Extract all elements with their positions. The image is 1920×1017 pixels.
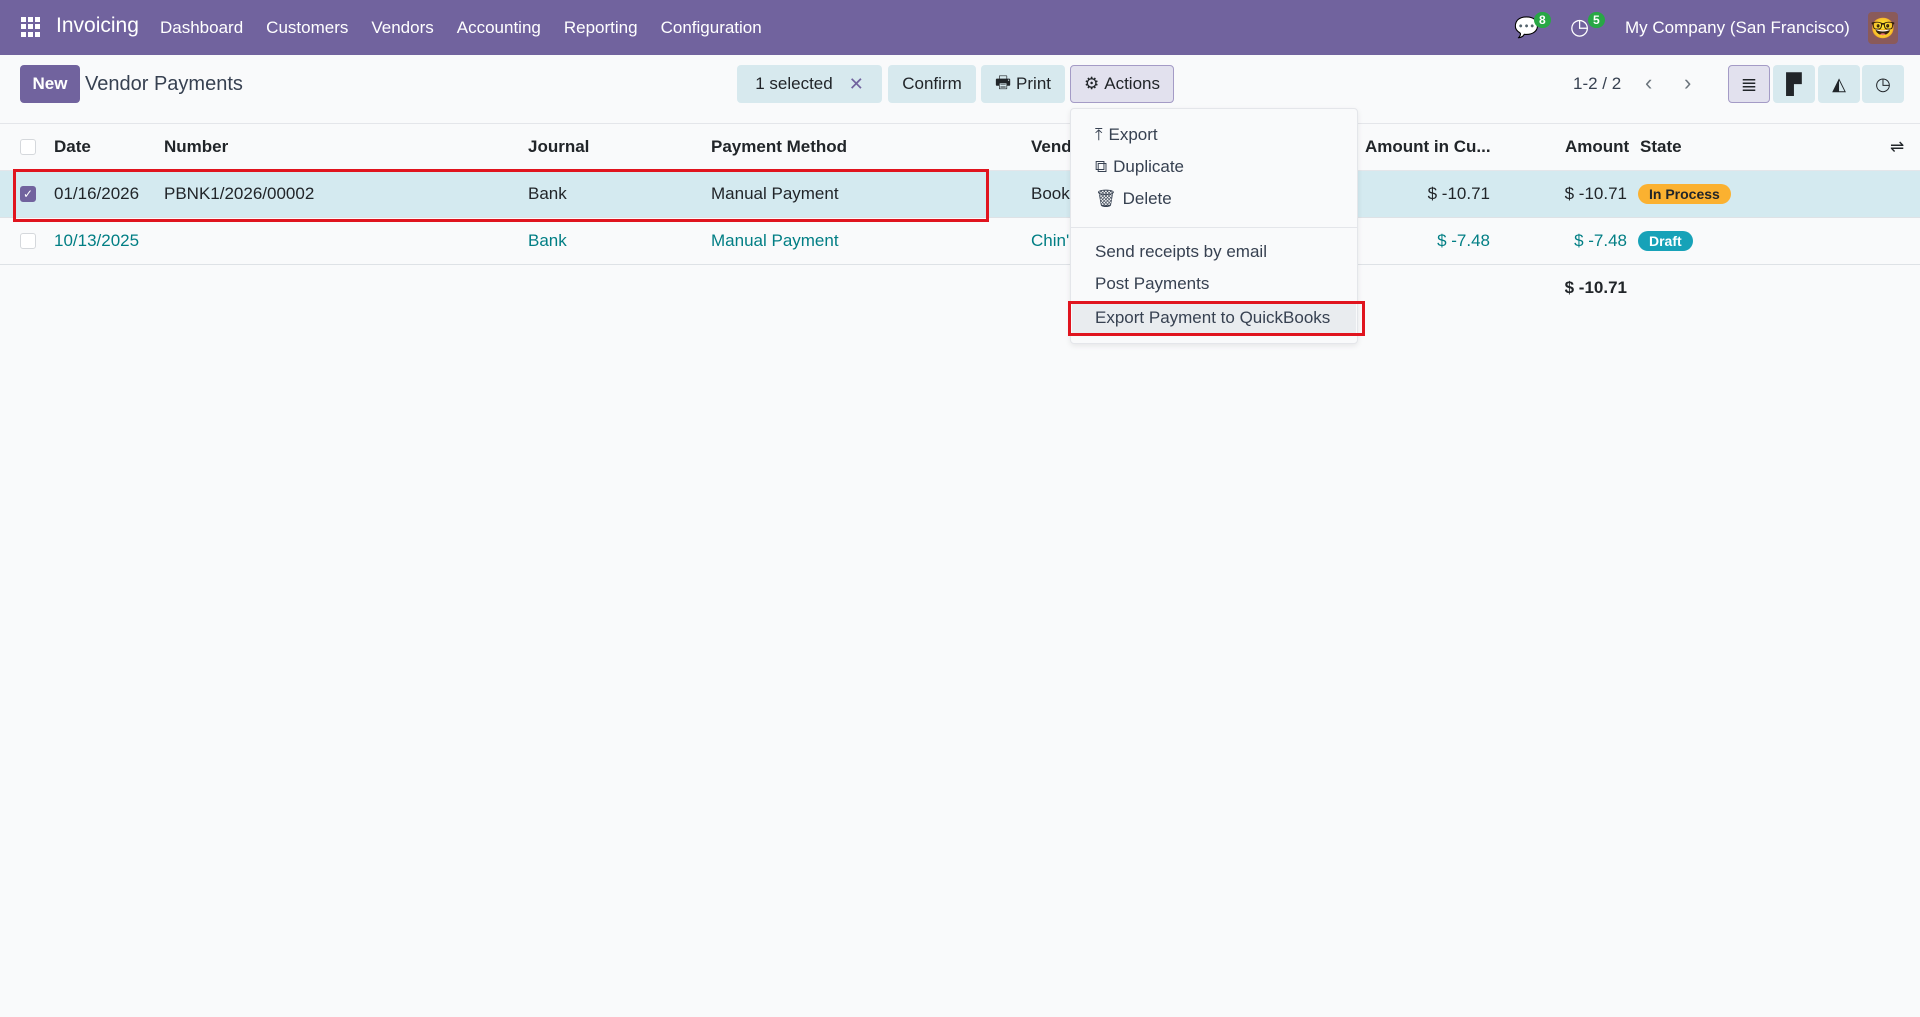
actions-dropdown: ⤒ Export ⧉ Duplicate 🗑 Delete Send receipts… <box>1070 108 1358 344</box>
menu-configuration[interactable]: Configuration <box>661 18 762 38</box>
page-title: Vendor Payments <box>85 73 243 95</box>
trash-icon: 🗑 <box>1095 189 1117 208</box>
amount-total: $ -10.71 <box>1564 278 1627 297</box>
menu-item-export[interactable]: ⤒ Export <box>1095 125 1158 145</box>
menu-reporting[interactable]: Reporting <box>564 18 638 38</box>
menu-customers[interactable]: Customers <box>266 18 348 38</box>
col-amount[interactable]: Amount <box>1565 137 1629 157</box>
row-journal: Bank <box>528 184 567 203</box>
select-all-checkbox[interactable] <box>20 139 36 155</box>
selection-badge: 1 selected ✕ <box>737 65 882 103</box>
messages-badge: 8 <box>1534 12 1551 28</box>
graph-view-button[interactable]: ◭ <box>1818 65 1860 103</box>
row-method: Manual Payment <box>711 231 839 250</box>
actions-button[interactable]: ⚙ Actions <box>1070 65 1174 103</box>
pager[interactable]: 1-2 / 2 <box>1573 74 1621 94</box>
state-badge: Draft <box>1638 231 1693 251</box>
app-grid-icon[interactable] <box>21 17 41 37</box>
selected-count: 1 selected <box>755 74 833 93</box>
table-row[interactable]: 10/13/2025 Bank Manual Payment Chin' $ -… <box>0 218 1920 265</box>
col-journal[interactable]: Journal <box>528 137 589 157</box>
kanban-view-button[interactable]: ▛ <box>1773 65 1815 103</box>
activity-view-button[interactable]: ◷ <box>1862 65 1904 103</box>
optional-columns-icon[interactable]: ⇌ <box>1890 137 1904 157</box>
row-date: 10/13/2025 <box>54 231 140 250</box>
row-amount-currency: $ -10.71 <box>1427 184 1490 203</box>
menu-item-export-quickbooks[interactable]: Export Payment to QuickBooks <box>1072 303 1356 333</box>
print-label: Print <box>1016 74 1052 93</box>
menu-accounting[interactable]: Accounting <box>457 18 541 38</box>
confirm-button[interactable]: Confirm <box>888 65 976 103</box>
main-menu: Dashboard Customers Vendors Accounting R… <box>160 18 762 38</box>
row-amount-currency: $ -7.48 <box>1437 231 1490 250</box>
col-state[interactable]: State <box>1640 137 1682 157</box>
duplicate-label: Duplicate <box>1113 157 1185 176</box>
row-method: Manual Payment <box>711 184 839 203</box>
col-number[interactable]: Number <box>164 137 228 157</box>
app-name[interactable]: Invoicing <box>56 14 139 38</box>
menu-divider <box>1071 227 1357 228</box>
row-checkbox[interactable] <box>20 233 36 249</box>
col-payment-method[interactable]: Payment Method <box>711 137 847 157</box>
copy-icon: ⧉ <box>1095 157 1108 176</box>
row-journal: Bank <box>528 231 567 250</box>
row-vendor: Chin' <box>1031 231 1070 250</box>
state-badge: In Process <box>1638 184 1731 204</box>
actions-label: Actions <box>1104 74 1160 93</box>
new-button[interactable]: New <box>20 65 80 103</box>
pager-next-icon[interactable]: › <box>1684 70 1691 96</box>
row-amount: $ -7.48 <box>1574 231 1627 250</box>
export-label: Export <box>1108 125 1158 144</box>
menu-dashboard[interactable]: Dashboard <box>160 18 243 38</box>
clear-selection-icon[interactable]: ✕ <box>849 74 864 95</box>
table-row[interactable]: ✓ 01/16/2026 PBNK1/2026/00002 Bank Manua… <box>0 171 1920 218</box>
table-header: Date Number Journal Payment Method Vend … <box>0 123 1920 171</box>
activities-icon[interactable]: ◷ <box>1570 14 1589 40</box>
company-switcher[interactable]: My Company (San Francisco) <box>1625 18 1850 38</box>
gear-icon: ⚙ <box>1084 74 1100 93</box>
list-view-button[interactable]: ≣ <box>1728 65 1770 103</box>
col-amount-currency[interactable]: Amount in Cu... <box>1365 137 1491 157</box>
delete-label: Delete <box>1122 189 1172 208</box>
menu-item-duplicate[interactable]: ⧉ Duplicate <box>1095 157 1184 177</box>
menu-item-send-receipts[interactable]: Send receipts by email <box>1095 242 1267 262</box>
row-number: PBNK1/2026/00002 <box>164 184 315 203</box>
col-date[interactable]: Date <box>54 137 91 157</box>
print-button[interactable]: 🖶 Print <box>981 65 1065 103</box>
row-date: 01/16/2026 <box>54 184 140 203</box>
user-avatar[interactable]: 🤓 <box>1868 12 1898 44</box>
menu-item-delete[interactable]: 🗑 Delete <box>1095 189 1172 209</box>
row-checkbox[interactable]: ✓ <box>20 186 36 202</box>
top-navbar: Invoicing Dashboard Customers Vendors Ac… <box>0 0 1920 55</box>
upload-icon: ⤒ <box>1095 125 1103 144</box>
menu-item-post-payments[interactable]: Post Payments <box>1095 274 1209 294</box>
activities-badge: 5 <box>1588 12 1605 28</box>
row-amount: $ -10.71 <box>1564 184 1627 203</box>
menu-vendors[interactable]: Vendors <box>371 18 433 38</box>
pager-prev-icon[interactable]: ‹ <box>1645 70 1652 96</box>
printer-icon: 🖶 <box>994 72 1012 92</box>
row-vendor: Book <box>1031 184 1070 203</box>
col-vendor[interactable]: Vend <box>1031 137 1072 157</box>
